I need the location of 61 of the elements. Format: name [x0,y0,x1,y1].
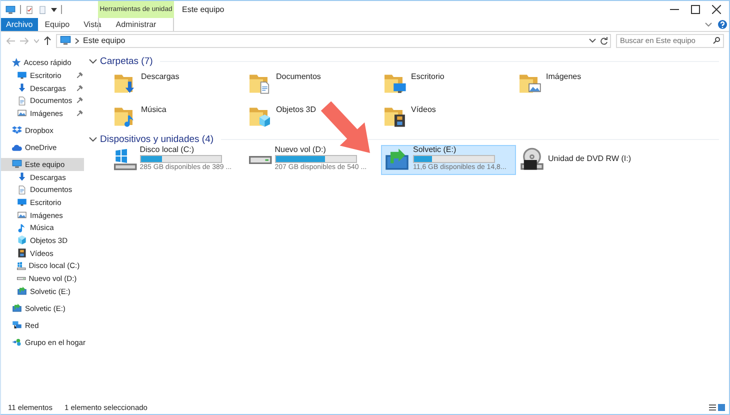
star-icon [12,58,21,68]
caret-icon[interactable] [51,6,57,12]
close-icon[interactable] [712,5,721,14]
group-header[interactable]: Dispositivos y unidades (4) [100,134,214,144]
chevron-down-icon[interactable] [89,58,97,64]
properties-icon[interactable] [25,4,34,14]
people-icon [12,337,22,348]
folder-tile[interactable]: Escritorio [383,67,518,100]
search-icon[interactable] [713,37,720,44]
pin-icon[interactable] [77,72,83,78]
expand-ribbon-icon[interactable] [705,22,712,27]
folder-tile[interactable]: Documentos [248,67,383,100]
film-icon [17,248,27,258]
breadcrumb[interactable]: Este equipo [83,36,126,45]
download-arrow-icon [17,172,27,182]
ribbon-tab[interactable]: Equipo [38,18,77,31]
window-title: Este equipo [182,5,224,14]
download-arrow-icon [17,83,27,94]
computer-icon[interactable] [5,4,16,14]
address-bar[interactable]: Este equipo [56,34,611,48]
drive-icon [114,149,137,171]
cube-icon [17,235,27,246]
group-header[interactable]: Carpetas (7) [100,56,153,66]
pin-icon[interactable] [77,110,83,116]
folder-tile[interactable]: Imágenes [518,67,653,100]
folder-tile[interactable]: Vídeos [383,100,518,133]
music-note-icon [17,222,27,233]
folder-tile[interactable]: Música [113,100,248,133]
picture-icon [17,108,27,118]
maximize-icon[interactable] [691,5,700,14]
drive-icon [384,147,410,173]
folder-tile[interactable]: Objetos 3D [248,100,383,133]
desktop-icon [17,70,27,80]
chevron-down-icon[interactable] [89,136,97,142]
network-icon [12,320,22,330]
help-icon[interactable] [718,20,727,29]
details-view-icon[interactable] [709,404,716,410]
drive-icon [17,286,27,296]
disc-drive-icon [519,147,545,173]
folder-tile[interactable]: Descargas [113,67,248,100]
ribbon-tab[interactable]: Administrar [108,18,164,31]
computer-icon [60,35,71,46]
pin-icon[interactable] [77,84,83,91]
diamond-cluster-icon [12,125,22,136]
drive-icon [17,276,26,280]
drive-icon [12,303,22,314]
up-arrow-icon[interactable] [44,36,51,45]
cloud-icon [12,144,22,151]
caret-icon[interactable] [589,38,596,43]
computer-icon [12,159,22,170]
picture-icon [17,210,27,220]
drive-icon [17,262,26,270]
desktop-icon [17,197,27,208]
document-icon [17,184,27,195]
document-icon [17,96,27,106]
chevron-right-icon [75,38,79,44]
drive-icon [249,156,272,164]
refresh-icon[interactable] [600,36,608,44]
drive-tile[interactable]: Unidad de DVD RW (I:) [516,145,651,175]
pin-icon[interactable] [77,97,83,104]
tiles-view-icon[interactable] [718,404,725,410]
